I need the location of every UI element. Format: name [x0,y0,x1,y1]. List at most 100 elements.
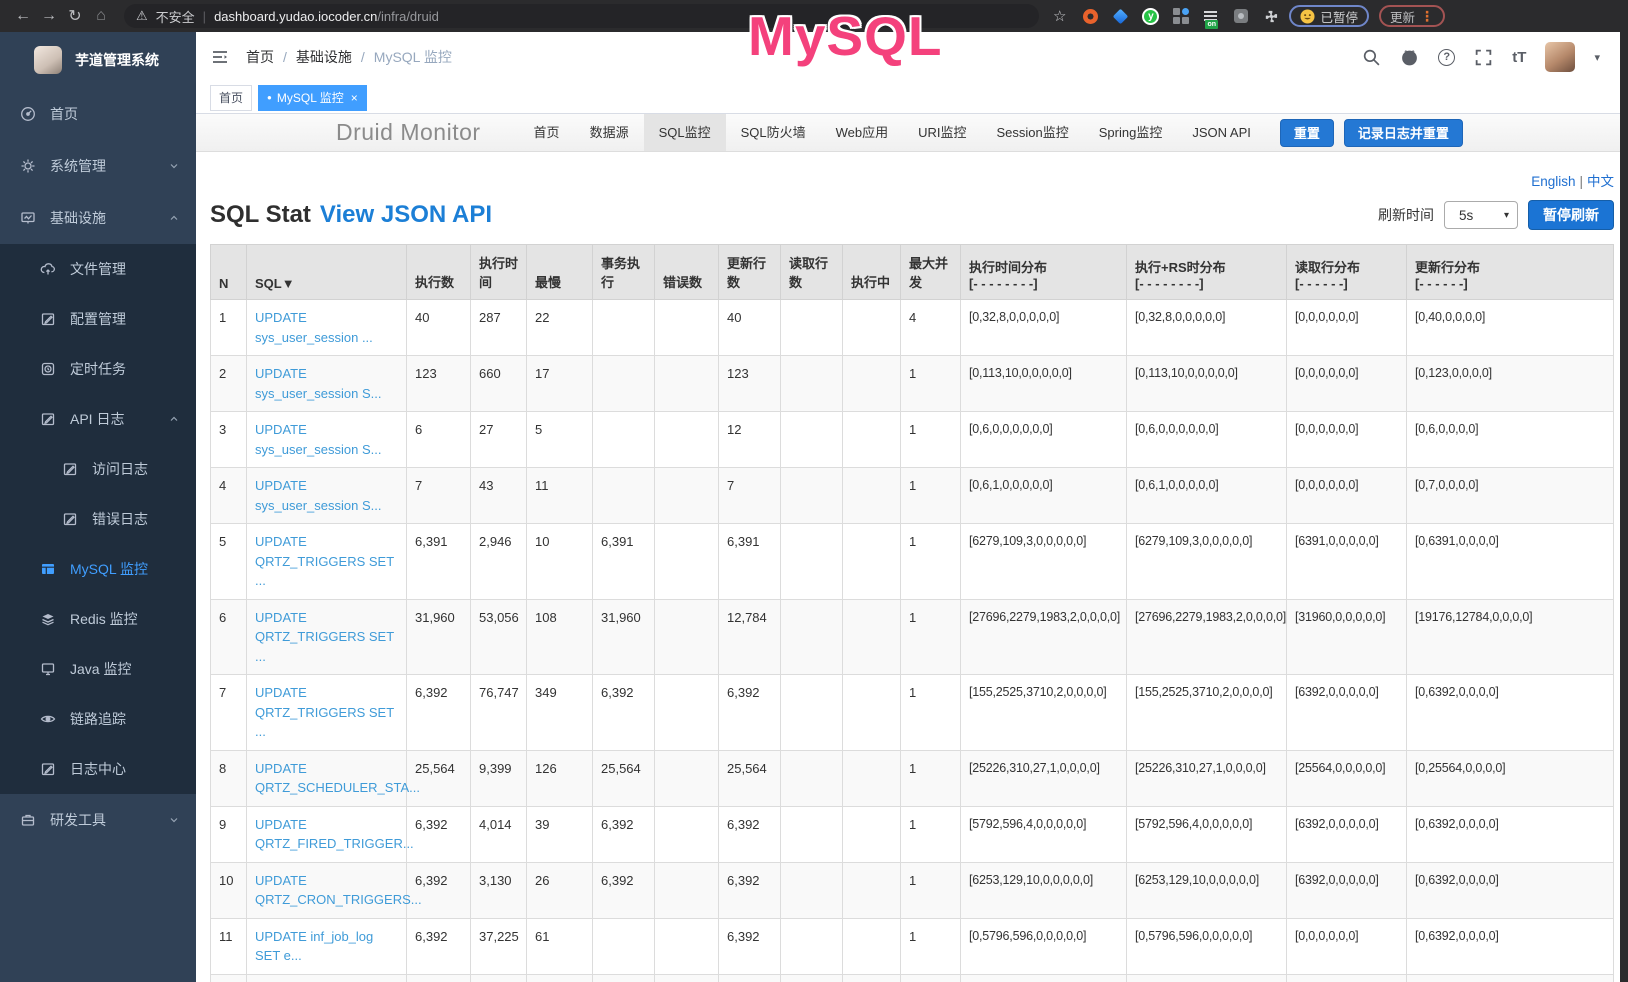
cell-read-rows-dist: [6391,0,0,0,0,0] [1287,524,1407,600]
sidebar-item-config[interactable]: 配置管理 [0,294,196,344]
sidebar-item-mysql-monitor[interactable]: MySQL 监控 [0,544,196,594]
table-header-cell[interactable]: 更新行分布[- - - - - -] [1407,245,1614,300]
browser-home-icon[interactable]: ⌂ [88,7,114,25]
tag-mysql-monitor[interactable]: ● MySQL 监控 × [258,85,367,111]
druid-nav-item[interactable]: Web应用 [821,114,904,151]
extension-misc-icon[interactable] [1232,8,1249,25]
breadcrumb-infra[interactable]: 基础设施 [296,47,352,67]
table-header-cell[interactable]: 执行时间分布[- - - - - - - -] [961,245,1127,300]
cell-exec-time: 2,483 [471,974,527,982]
sidebar-item-system[interactable]: 系统管理 [0,140,196,192]
cell-running [843,468,901,524]
browser-toolbar: ← → ↻ ⌂ ⚠ 不安全 | dashboard.yudao.iocoder.… [0,0,1628,32]
sql-link[interactable]: UPDATE sys_user_session S... [255,366,381,401]
table-header-cell[interactable]: 执行时间 [471,245,527,300]
pause-refresh-button[interactable]: 暂停刷新 [1528,200,1614,230]
druid-nav-item[interactable]: SQL监控 [644,114,726,151]
extension-gem-icon[interactable] [1112,8,1129,25]
font-size-icon[interactable]: tT [1512,49,1526,66]
sidebar-item-access-log[interactable]: 访问日志 [0,444,196,494]
help-icon[interactable]: ? [1438,49,1455,66]
browser-update-pill[interactable]: 更新 ⋮ [1379,5,1445,27]
table-header-cell[interactable]: 执行数 [407,245,471,300]
sql-link[interactable]: UPDATE inf_job_log SET e... [255,929,373,964]
tag-close-icon[interactable]: × [351,91,358,105]
cell-slowest: 22 [527,300,593,356]
druid-nav-item[interactable]: Spring监控 [1084,114,1178,151]
cell-read-rows-dist: [0,6392,0,0,0,0] [1287,974,1407,982]
table-header-cell[interactable]: 最慢 [527,245,593,300]
table-header-cell[interactable]: N [211,245,247,300]
breadcrumb-home[interactable]: 首页 [246,47,274,67]
table-header-cell[interactable]: 执行+RS时分布[- - - - - - - -] [1127,245,1287,300]
sidebar-item-home[interactable]: 首页 [0,88,196,140]
sql-link[interactable]: UPDATE QRTZ_TRIGGERS SET ... [255,685,394,739]
druid-nav-item[interactable]: SQL防火墙 [726,114,821,151]
refresh-interval-select[interactable]: 5s ▾ [1444,201,1518,229]
page-url[interactable]: dashboard.yudao.iocoder.cn/infra/druid [214,9,439,24]
sql-link[interactable]: UPDATE QRTZ_CRON_TRIGGERS... [255,873,422,908]
log-and-reset-button[interactable]: 记录日志并重置 [1344,119,1463,147]
druid-nav-item[interactable]: 数据源 [575,114,644,151]
sidebar-item-redis-monitor[interactable]: Redis 监控 [0,594,196,644]
browser-menu-dots-icon[interactable]: ⋮ [1420,8,1434,25]
sidebar-item-files[interactable]: 文件管理 [0,244,196,294]
sidebar-item-error-log[interactable]: 错误日志 [0,494,196,544]
cell-exec-rs-dist: [0,6,0,0,0,0,0,0] [1127,412,1287,468]
sidebar-item-java-monitor[interactable]: Java 监控 [0,644,196,694]
cell-exec-time: 3,130 [471,862,527,918]
table-header-cell[interactable]: 错误数 [655,245,719,300]
app-logo[interactable]: 芋道管理系统 [0,32,196,88]
sql-link[interactable]: UPDATE QRTZ_TRIGGERS SET ... [255,610,394,664]
browser-forward-icon[interactable]: → [36,7,62,25]
sql-link[interactable]: UPDATE sys_user_session S... [255,422,381,457]
table-header-cell[interactable]: 读取行分布[- - - - - -] [1287,245,1407,300]
reset-button[interactable]: 重置 [1280,119,1334,147]
sidebar-item-log-center[interactable]: 日志中心 [0,744,196,794]
extension-list-on-icon[interactable]: on [1202,8,1219,25]
table-header-cell[interactable]: 读取行数 [781,245,843,300]
extensions-puzzle-icon[interactable] [1262,8,1279,25]
extension-squares-icon[interactable] [1172,8,1189,25]
druid-nav-item[interactable]: Session监控 [982,114,1084,151]
extension-yudao-icon[interactable]: y [1142,8,1159,25]
sidebar-item-api-log[interactable]: API 日志 [0,394,196,444]
cell-read-rows-dist: [0,0,0,0,0,0] [1287,300,1407,356]
user-avatar[interactable] [1545,42,1575,72]
druid-nav-item[interactable]: JSON API [1177,114,1266,151]
sql-link[interactable]: UPDATE QRTZ_TRIGGERS SET ... [255,534,394,588]
avatar-caret-icon[interactable]: ▾ [1594,51,1600,64]
table-header-cell[interactable]: 更新行数 [719,245,781,300]
view-json-api-link[interactable]: View JSON API [320,201,492,229]
fullscreen-icon[interactable] [1474,48,1493,67]
table-header-cell[interactable]: 事务执行 [593,245,655,300]
cell-exec-count: 6,392 [407,806,471,862]
browser-back-icon[interactable]: ← [10,7,36,25]
druid-nav-item[interactable]: URI监控 [903,114,981,151]
sql-link[interactable]: UPDATE sys_user_session S... [255,478,381,513]
security-label[interactable]: 不安全 [156,7,195,26]
browser-reload-icon[interactable]: ↻ [62,6,88,26]
sidebar-item-jobs[interactable]: 定时任务 [0,344,196,394]
table-header-cell[interactable]: 最大并发 [901,245,961,300]
sql-link[interactable]: UPDATE QRTZ_SCHEDULER_STA... [255,761,420,796]
hamburger-icon[interactable] [210,47,230,67]
table-header-cell[interactable]: SQL▼ [247,245,407,300]
sql-link[interactable]: UPDATE QRTZ_FIRED_TRIGGER... [255,817,414,852]
lang-chinese-link[interactable]: 中文 [1587,174,1614,189]
github-icon[interactable] [1400,48,1419,67]
sidebar-item-dev-tools[interactable]: 研发工具 [0,794,196,846]
druid-nav-item[interactable]: 首页 [519,114,575,151]
lang-english-link[interactable]: English [1531,174,1575,189]
table-header-cell[interactable]: 执行中 [843,245,901,300]
address-bar[interactable]: ⚠ 不安全 | dashboard.yudao.iocoder.cn/infra… [124,4,1039,28]
tag-home[interactable]: 首页 [210,85,252,111]
cell-exec-time-dist: [5792,596,4,0,0,0,0,0] [961,806,1127,862]
bookmark-star-icon[interactable]: ☆ [1053,7,1066,25]
search-icon[interactable] [1362,48,1381,67]
sidebar-item-tracing[interactable]: 链路追踪 [0,694,196,744]
extension-donut-icon[interactable] [1082,8,1099,25]
profile-paused-pill[interactable]: 已暂停 [1289,5,1369,27]
sql-link[interactable]: UPDATE sys_user_session ... [255,310,373,345]
sidebar-item-infra[interactable]: 基础设施 [0,192,196,244]
